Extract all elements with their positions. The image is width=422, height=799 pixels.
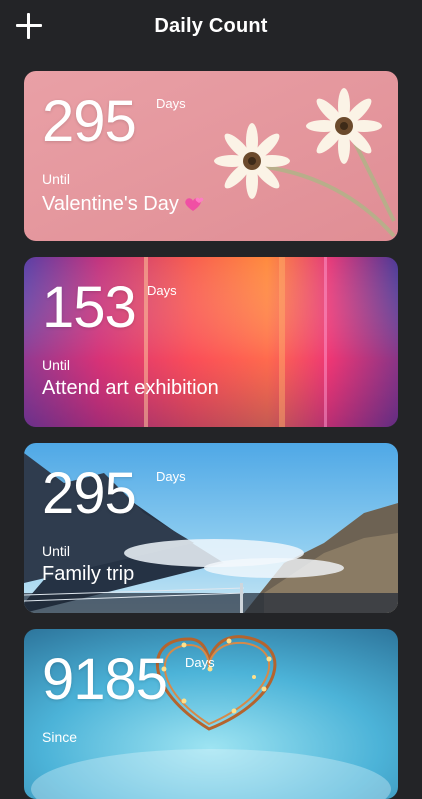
relation-label: Until — [42, 543, 71, 559]
day-count: 153 — [42, 275, 137, 340]
relation-label: Since — [42, 729, 78, 745]
day-unit: Days — [185, 655, 215, 670]
day-unit: Days — [156, 469, 186, 484]
countdown-card-since[interactable]: 9185 Days Since — [24, 629, 398, 799]
relation-label: Until — [42, 357, 71, 373]
day-count: 295 — [42, 89, 137, 154]
day-unit: Days — [147, 283, 177, 298]
day-count: 295 — [42, 461, 137, 526]
countdown-card-valentines[interactable]: 295 Days Until Valentine's Day — [24, 71, 398, 241]
two-hearts-icon — [185, 197, 204, 211]
top-bar: Daily Count — [0, 0, 422, 54]
day-count: 9185 — [42, 647, 168, 712]
event-name: Family trip — [42, 563, 135, 585]
countdown-card-family-trip[interactable]: 295 Days Until Family trip — [24, 443, 398, 613]
page-title: Daily Count — [154, 15, 268, 37]
countdown-card-art-exhibition[interactable]: 153 Days Until Attend art exhibition — [24, 257, 398, 427]
event-name: Attend art exhibition — [42, 377, 219, 399]
relation-label: Until — [42, 171, 71, 187]
day-unit: Days — [156, 96, 186, 111]
event-name: Valentine's Day — [42, 193, 179, 215]
